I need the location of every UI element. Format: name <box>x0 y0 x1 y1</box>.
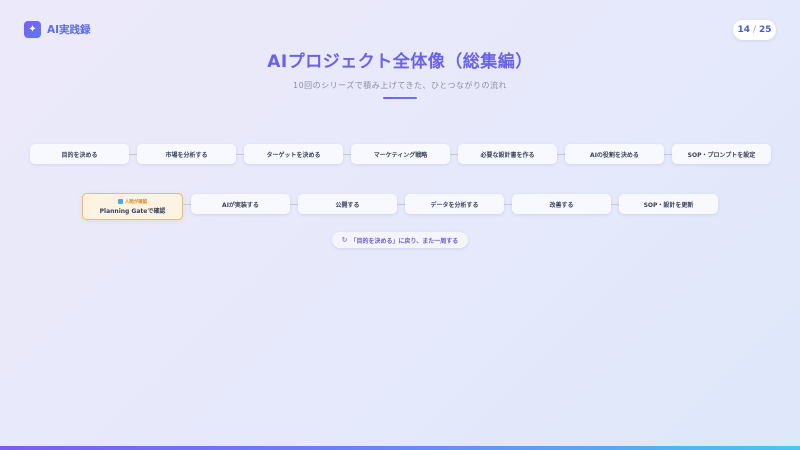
step-ai-implement: AIが実装する <box>191 194 290 214</box>
connector <box>343 154 351 155</box>
connector <box>664 154 672 155</box>
step-set-goal: 目的を決める <box>30 144 129 164</box>
connector <box>504 204 512 205</box>
bottom-gradient-bar <box>0 446 800 450</box>
sparkle-icon: ✦ <box>24 21 41 38</box>
connector <box>611 204 619 205</box>
connector <box>236 154 244 155</box>
loop-note: ↻ 「目的を決める」に戻り、また一周する <box>332 232 468 248</box>
human-check-badge: 人間が確認 <box>117 199 148 205</box>
step-market-analysis: 市場を分析する <box>137 144 236 164</box>
step-marketing-strategy: マーケティング戦略 <box>351 144 450 164</box>
step-target: ターゲットを決める <box>244 144 343 164</box>
planning-gate-label: Planning Gateで確認 <box>99 207 166 215</box>
connector <box>183 204 191 205</box>
connector <box>557 154 565 155</box>
page-current: 14 <box>737 25 750 35</box>
flow-row-2: 人間が確認 Planning Gateで確認 AIが実装する 公開する データを… <box>0 193 800 220</box>
flow-row-1: 目的を決める 市場を分析する ターゲットを決める マーケティング戦略 必要な設計… <box>0 144 800 165</box>
human-check-label: 人間が確認 <box>124 199 148 205</box>
page-total: 25 <box>759 25 772 35</box>
step-design-docs: 必要な設計書を作る <box>458 144 557 164</box>
logo-text: AI実践録 <box>47 24 91 36</box>
step-ai-role: AIの役割を決める <box>565 144 664 164</box>
step-planning-gate: 人間が確認 Planning Gateで確認 <box>82 193 183 220</box>
step-improve: 改善する <box>512 194 611 214</box>
page-title: AIプロジェクト全体像（総集編） <box>267 52 533 72</box>
connector <box>290 204 298 205</box>
title-underline <box>383 97 417 99</box>
step-update-sop: SOP・設計を更新 <box>619 194 718 214</box>
page-counter: 14 / 25 <box>733 20 776 40</box>
step-data-analysis: データを分析する <box>405 194 504 214</box>
page-subtitle: 10回のシリーズで積み上げてきた、ひとつながりの流れ <box>293 81 507 90</box>
step-publish: 公開する <box>298 194 397 214</box>
connector <box>450 154 458 155</box>
logo: ✦ AI実践録 <box>24 21 91 38</box>
connector <box>129 154 137 155</box>
loop-text: 「目的を決める」に戻り、また一周する <box>350 237 459 245</box>
loop-arrow-icon: ↻ <box>341 236 348 244</box>
step-sop-prompt: SOP・プロンプトを設定 <box>672 144 771 164</box>
check-icon <box>117 199 123 204</box>
page-separator: / <box>752 25 757 35</box>
connector <box>397 204 405 205</box>
